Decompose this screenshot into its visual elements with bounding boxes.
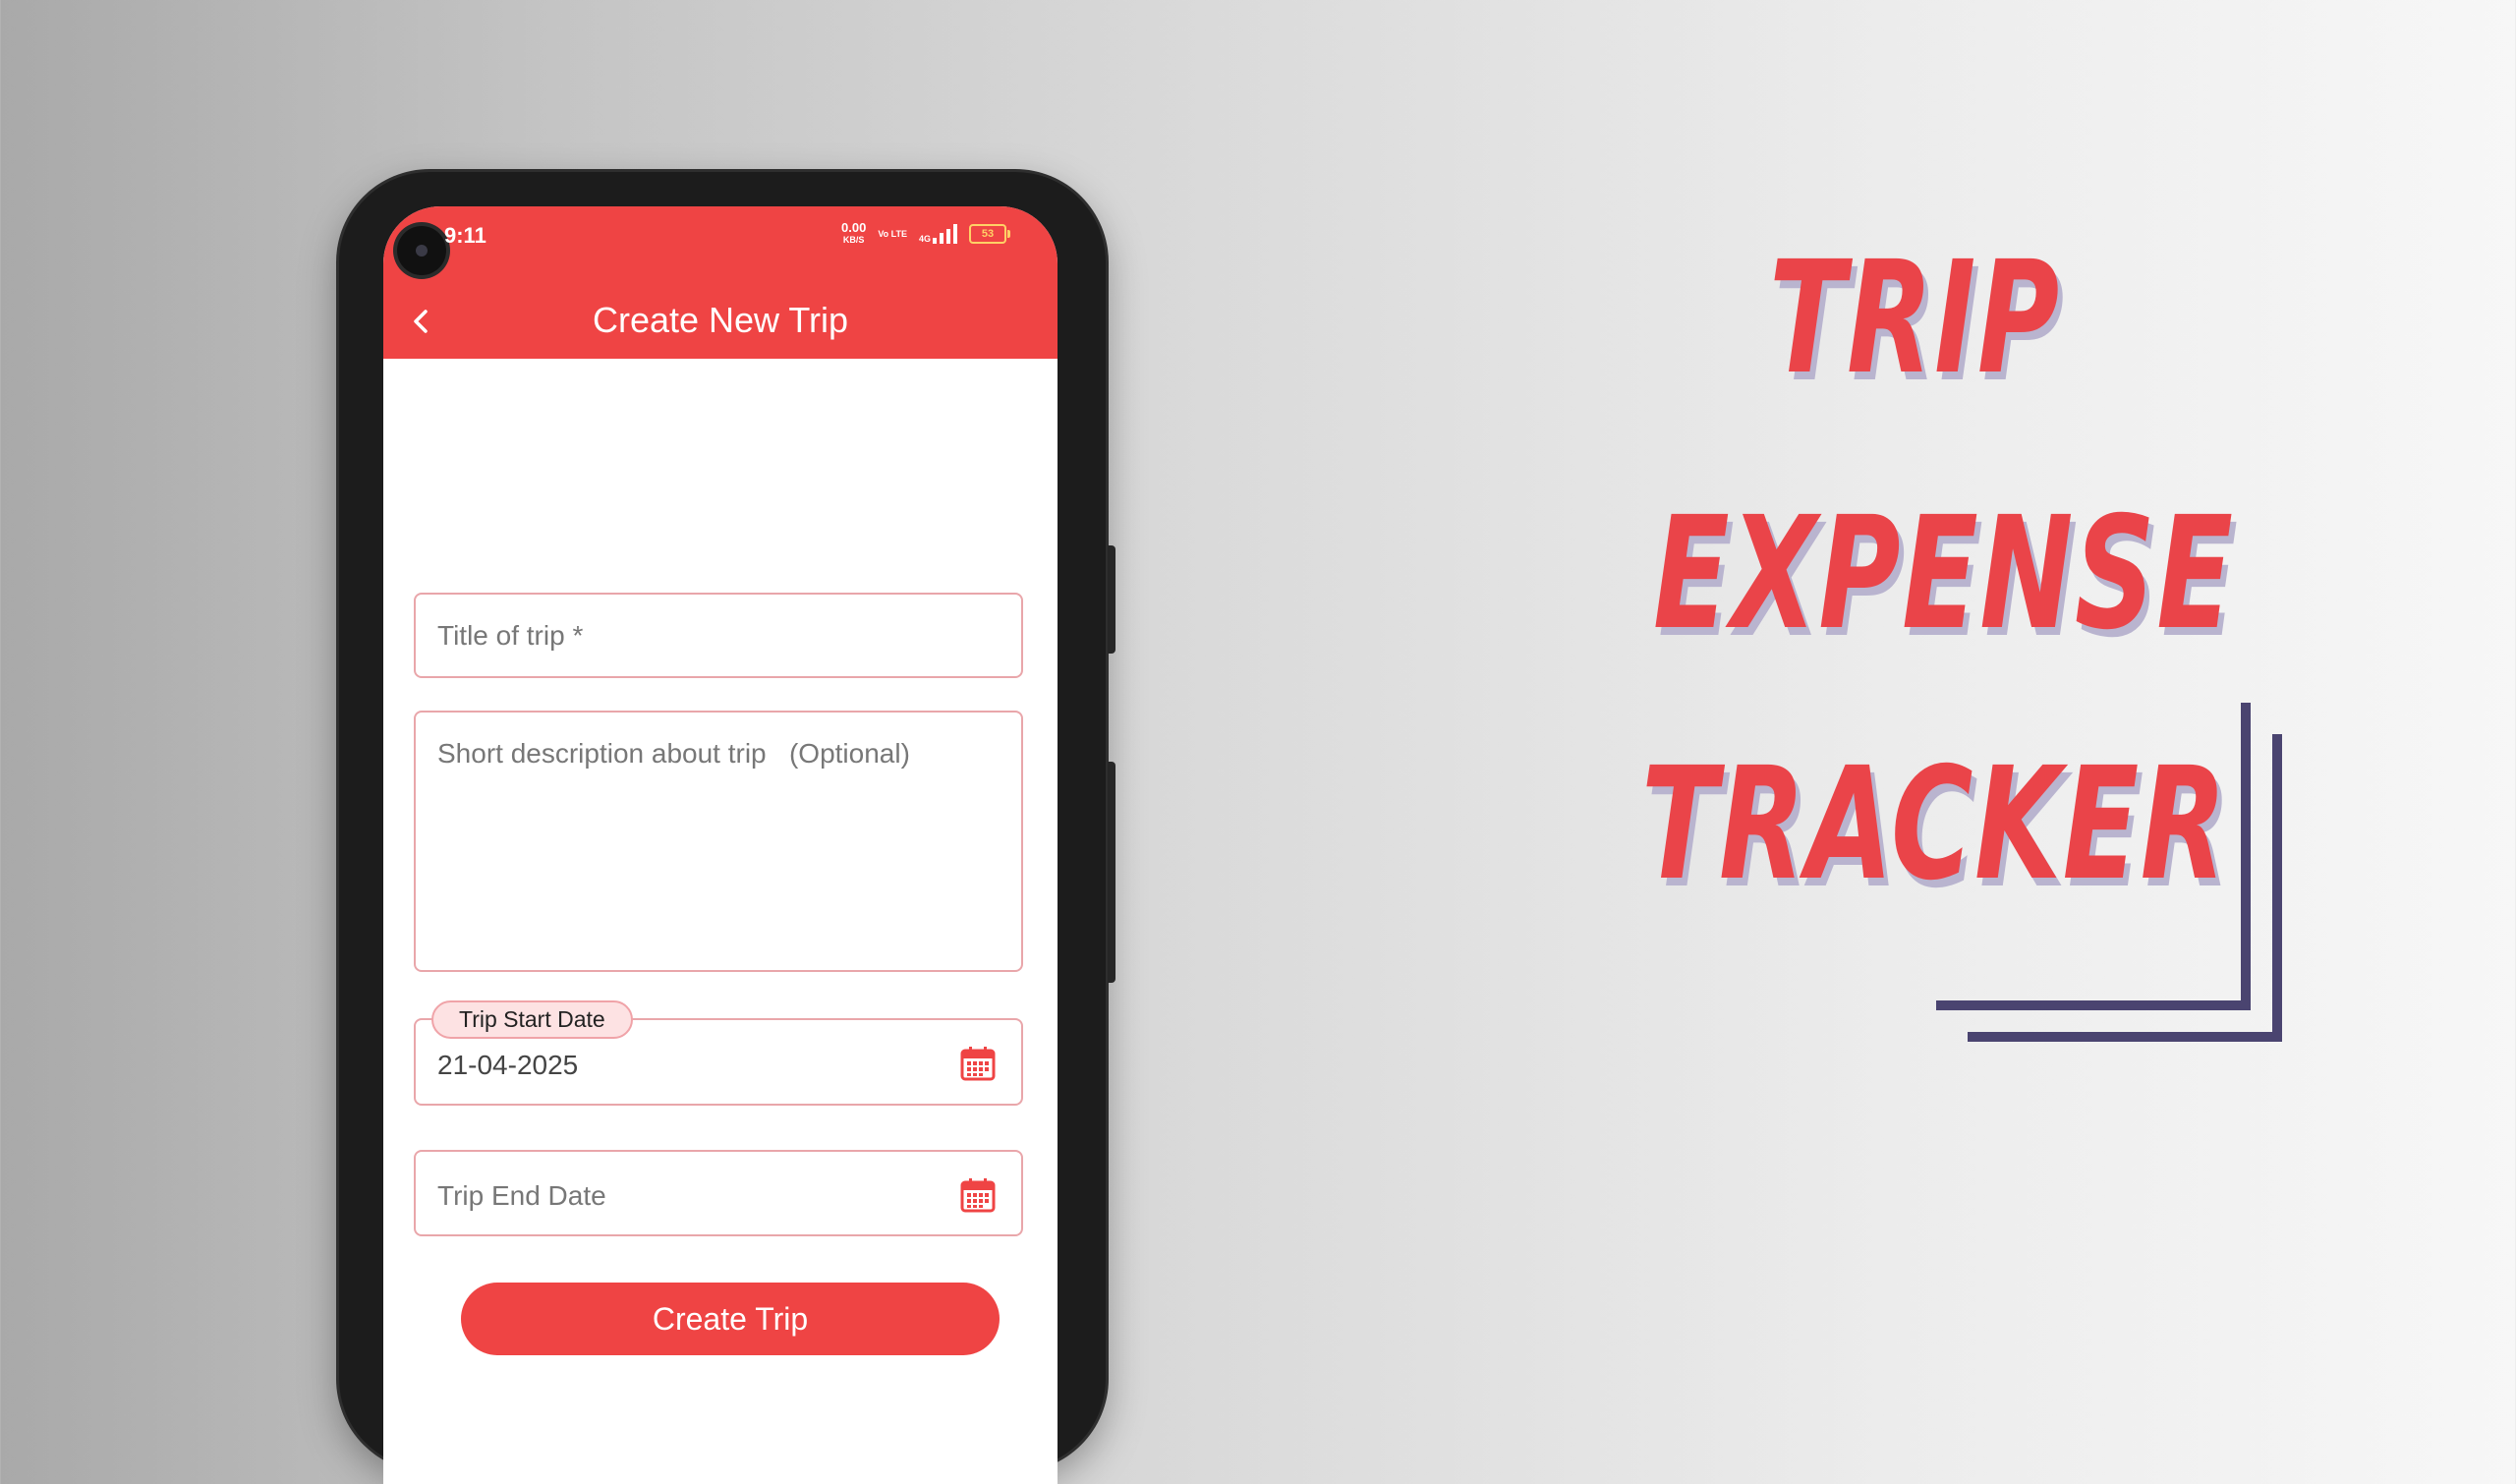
- signal-icon: [933, 224, 957, 244]
- net-speed-indicator: 0.00 KB/S: [841, 220, 867, 246]
- trip-description-placeholder: Short description about trip (Optional): [437, 738, 910, 769]
- volte-indicator: Vo LTE: [878, 228, 907, 239]
- trip-start-date-label: Trip Start Date: [431, 1000, 633, 1039]
- calendar-icon[interactable]: [959, 1176, 997, 1214]
- net-speed-value: 0.00: [841, 220, 867, 235]
- trip-start-date-field[interactable]: Trip Start Date 21-04-2025: [414, 1000, 1023, 1106]
- create-trip-button[interactable]: Create Trip: [461, 1283, 1000, 1355]
- trip-end-date-placeholder: Trip End Date: [437, 1180, 606, 1211]
- trip-start-date-value: 21-04-2025: [437, 1050, 579, 1080]
- headline-line-2: EXPENSE: [1653, 484, 2235, 664]
- network-type: 4G: [918, 234, 931, 244]
- trip-title-placeholder: Title of trip *: [437, 620, 584, 651]
- net-speed-unit: KB/S: [842, 235, 865, 245]
- power-button: [1108, 762, 1115, 983]
- page-title: Create New Trip: [592, 300, 849, 340]
- corner-lines-decoration: [1936, 703, 2282, 1042]
- status-time: 9:11: [444, 223, 486, 248]
- calendar-icon[interactable]: [959, 1045, 997, 1082]
- network-indicator: 4G: [919, 224, 957, 244]
- status-icons: 0.00 KB/S Vo LTE 4G 53: [841, 220, 1010, 246]
- front-camera: [397, 226, 446, 275]
- battery-level: 53: [981, 228, 995, 240]
- headline-line-1: TRIP: [1769, 228, 2061, 409]
- trip-title-input[interactable]: Title of trip *: [414, 593, 1023, 678]
- app-bar: 9:11 0.00 KB/S Vo LTE 4G 53 Create New T…: [383, 206, 1058, 359]
- phone-mockup: 9:11 0.00 KB/S Vo LTE 4G 53 Create New T…: [339, 172, 1115, 1484]
- trip-end-date-field[interactable]: Trip End Date: [414, 1150, 1023, 1236]
- trip-description-input[interactable]: Short description about trip (Optional): [414, 711, 1023, 972]
- battery-icon: 53: [969, 224, 1010, 244]
- phone-screen: 9:11 0.00 KB/S Vo LTE 4G 53 Create New T…: [383, 206, 1058, 1484]
- volume-button: [1108, 545, 1115, 654]
